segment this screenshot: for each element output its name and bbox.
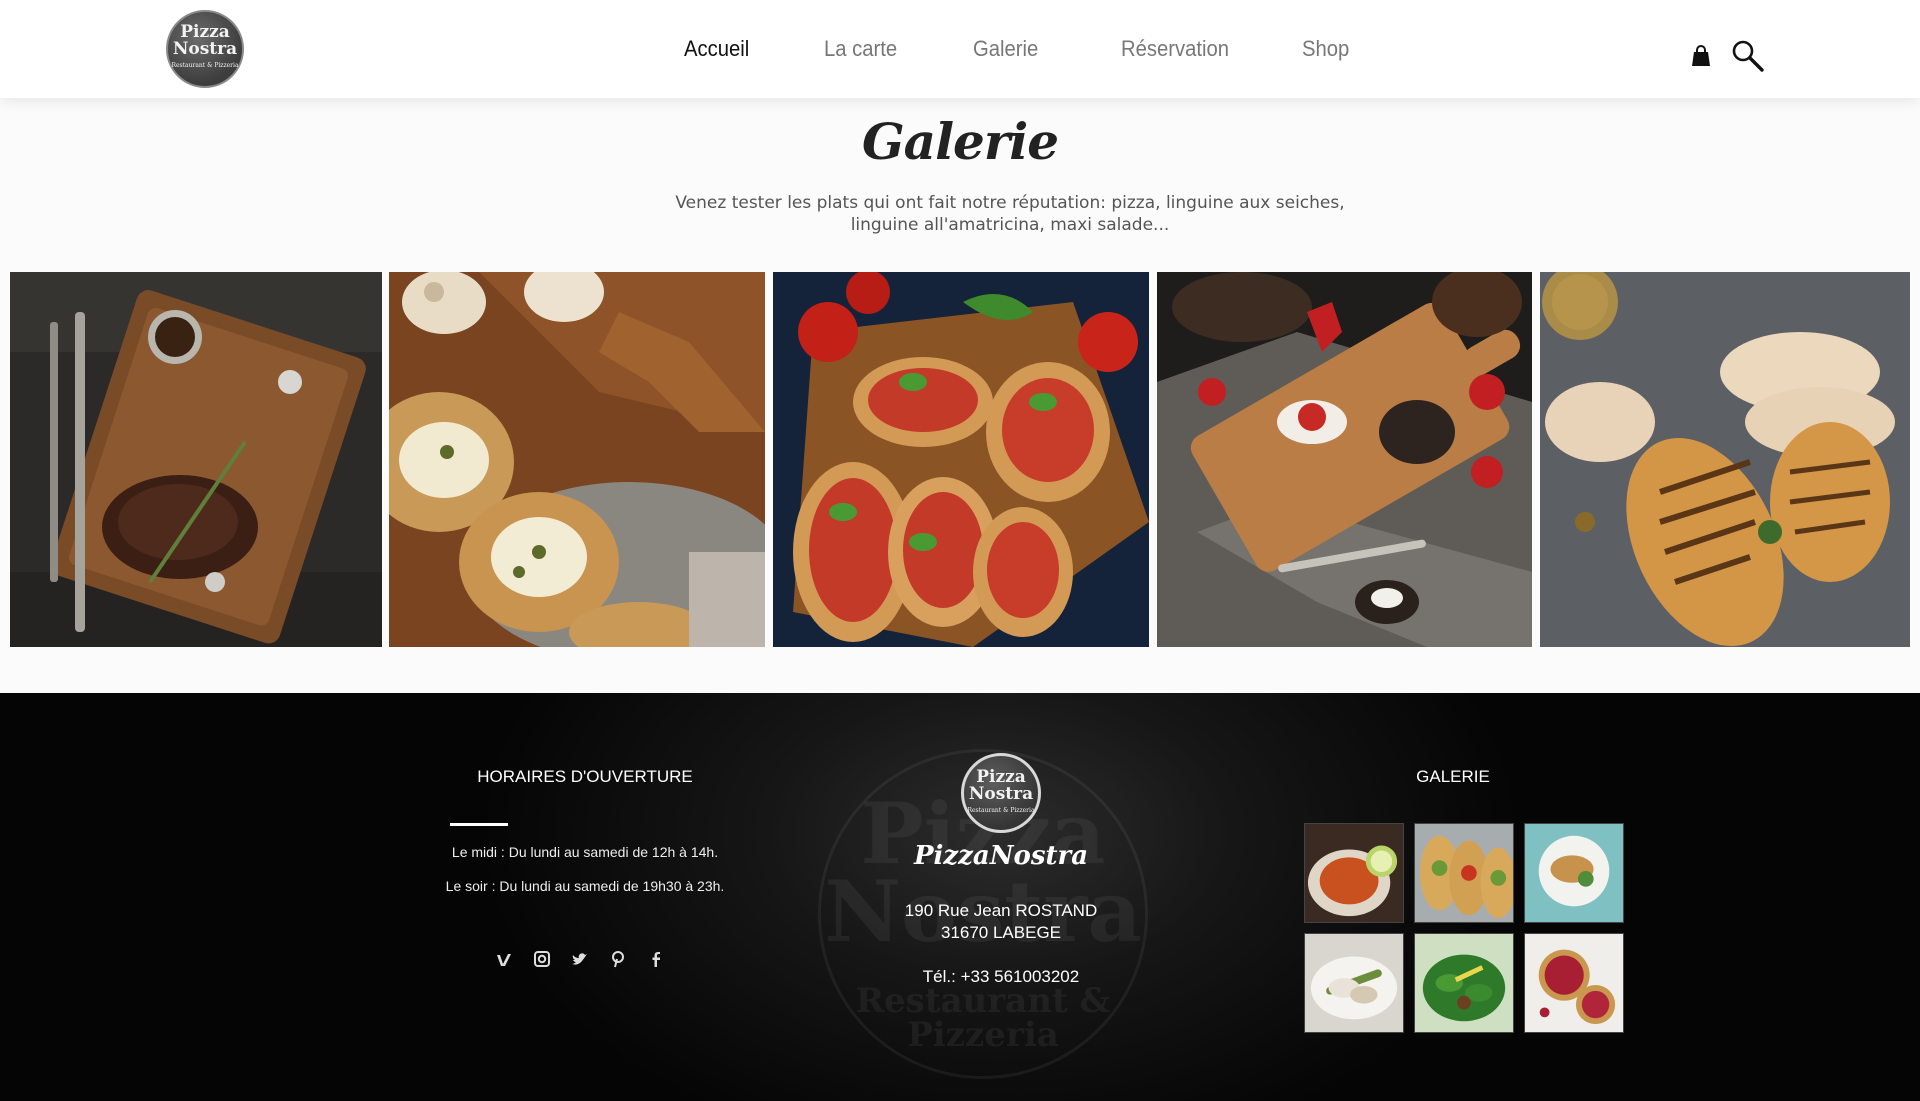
hours-midday: Le midi : Du lundi au samedi de 12h à 14… <box>451 844 719 860</box>
bruschetta-tomato-photo[interactable] <box>773 272 1149 647</box>
spinach-salad-thumb[interactable] <box>1414 933 1514 1033</box>
grilled-chicken-photo[interactable] <box>1540 272 1910 647</box>
hours-divider <box>450 823 508 826</box>
logo-tagline: Restaurant & Pizzeria <box>171 62 239 69</box>
vimeo-icon[interactable] <box>494 949 514 969</box>
berry-tart-thumb[interactable] <box>1524 933 1624 1033</box>
watermark-tagline: Restaurant & Pizzeria <box>855 981 1111 1055</box>
gallery-subtitle: Venez tester les plats qui ont fait notr… <box>675 193 1345 235</box>
nav-item-galerie[interactable]: Galerie <box>973 36 1038 62</box>
steak-board-photo[interactable] <box>10 272 382 647</box>
logo-line2: Nostra <box>172 39 238 59</box>
pizza-nostra-logo[interactable]: Pizza Nostra Restaurant & Pizzeria <box>166 10 244 88</box>
nav-item-accueil[interactable]: Accueil <box>684 36 749 62</box>
breakfast-board-photo[interactable] <box>1157 272 1532 647</box>
site-header: Pizza Nostra Restaurant & Pizzeria Accue… <box>0 0 1920 98</box>
footer-gallery-heading: GALERIE <box>1416 767 1490 786</box>
footer-logo-line2: Nostra <box>968 784 1034 804</box>
footer-logo[interactable]: Pizza Nostra Restaurant & Pizzeria <box>961 753 1041 833</box>
pinterest-icon[interactable] <box>608 949 628 969</box>
facebook-icon[interactable] <box>646 949 666 969</box>
gallery-title: Galerie <box>861 112 1059 171</box>
nav-item-la-carte[interactable]: La carte <box>824 36 897 62</box>
hours-evening: Le soir : Du lundi au samedi de 19h30 à … <box>445 878 725 894</box>
phone-number[interactable]: Tél.: +33 561003202 <box>860 967 1142 987</box>
fish-plate-thumb[interactable] <box>1524 823 1624 923</box>
asparagus-thumb[interactable] <box>1304 933 1404 1033</box>
address-line1: 190 Rue Jean ROSTAND <box>904 901 1098 920</box>
hours-heading: HORAIRES D'OUVERTURE <box>477 767 693 786</box>
site-footer: Pizza Nostra Restaurant & Pizzeria HORAI… <box>0 693 1920 1101</box>
instagram-icon[interactable] <box>532 949 552 969</box>
shopping-bag-icon[interactable] <box>1691 45 1711 67</box>
search-icon[interactable] <box>1730 38 1766 74</box>
footer-logo-tagline: Restaurant & Pizzeria <box>967 807 1035 814</box>
tacos-thumb[interactable] <box>1414 823 1514 923</box>
footer-brand-script: PizzaNostra <box>913 841 1089 871</box>
twitter-icon[interactable] <box>570 949 590 969</box>
nav-item-reservation[interactable]: Réservation <box>1121 36 1229 62</box>
address-line2: 31670 LABEGE <box>940 923 1062 942</box>
nav-item-shop[interactable]: Shop <box>1302 36 1349 62</box>
bruschetta-capers-photo[interactable] <box>389 272 765 647</box>
shrimp-pasta-thumb[interactable] <box>1304 823 1404 923</box>
